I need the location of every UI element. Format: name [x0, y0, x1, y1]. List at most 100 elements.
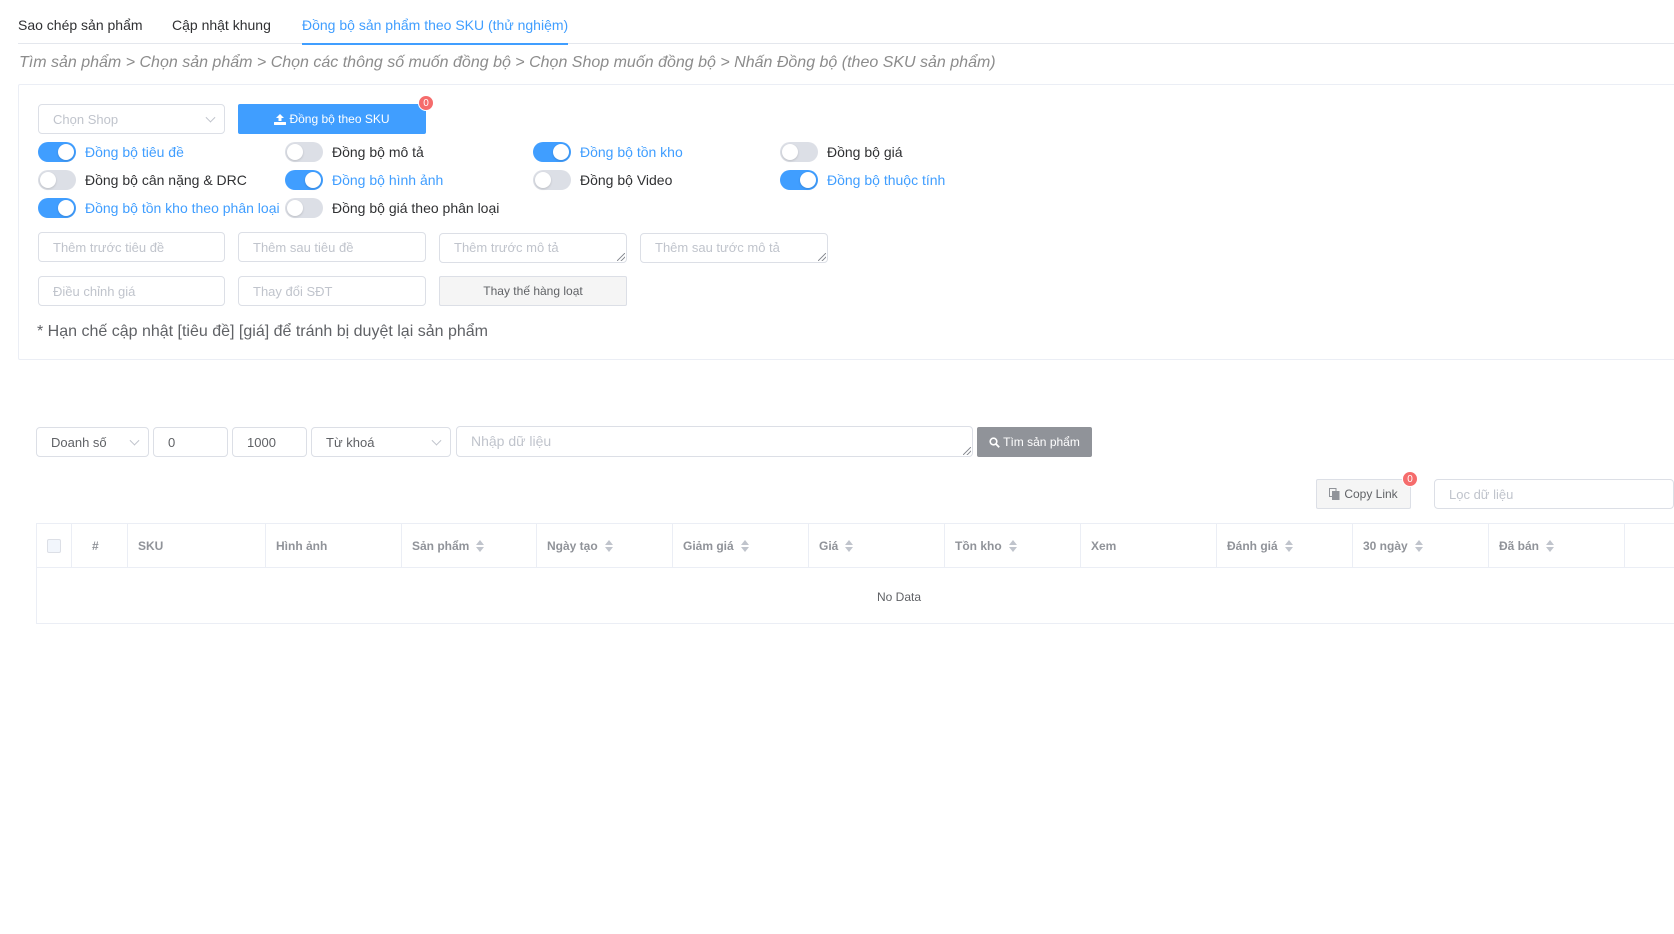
toggle-sync-price[interactable]: Đồng bộ giá	[780, 142, 903, 162]
copy-link-button[interactable]: Copy Link	[1316, 479, 1411, 509]
sort-icon[interactable]	[740, 540, 749, 552]
before-description-wrapper	[439, 233, 627, 263]
toggle-sync-video[interactable]: Đồng bộ Video	[533, 170, 672, 190]
toggle-sync-variant-price[interactable]: Đồng bộ giá theo phân loại	[285, 198, 499, 218]
copy-icon	[1329, 488, 1340, 500]
shop-select[interactable]: Chọn Shop	[38, 104, 225, 134]
before-title-input[interactable]	[38, 232, 225, 262]
column-price[interactable]: Giá	[809, 524, 945, 568]
column-sold[interactable]: Đã bán	[1489, 524, 1625, 568]
products-table: # SKU Hình ảnh Sản phẩm Ngày tạo Giảm gi…	[36, 523, 1674, 624]
toggle-label: Đồng bộ tồn kho theo phân loại	[85, 200, 280, 216]
change-phone-input[interactable]	[238, 276, 426, 306]
table-header: # SKU Hình ảnh Sản phẩm Ngày tạo Giảm gi…	[37, 524, 1674, 568]
toggle-label: Đồng bộ cân nặng & DRC	[85, 172, 247, 188]
switch-sync-weight[interactable]	[38, 170, 76, 190]
filter-data-input[interactable]	[1434, 479, 1674, 509]
switch-sync-description[interactable]	[285, 142, 323, 162]
toggle-sync-variant-stock[interactable]: Đồng bộ tồn kho theo phân loại	[38, 198, 280, 218]
switch-sync-variant-price[interactable]	[285, 198, 323, 218]
toggle-label: Đồng bộ giá theo phân loại	[332, 200, 500, 216]
toggle-sync-attributes[interactable]: Đồng bộ thuộc tính	[780, 170, 945, 190]
column-30-days[interactable]: 30 ngày	[1353, 524, 1489, 568]
column-product[interactable]: Sản phẩm	[402, 524, 537, 568]
select-all-header	[37, 524, 72, 568]
breadcrumb: Tìm sản phẩm > Chọn sản phẩm > Chọn các …	[19, 54, 996, 71]
toggle-sync-stock[interactable]: Đồng bộ tồn kho	[533, 142, 683, 162]
column-stock[interactable]: Tồn kho	[945, 524, 1081, 568]
after-description-textarea[interactable]	[640, 233, 828, 263]
search-icon	[989, 436, 1000, 448]
column-sku: SKU	[128, 524, 266, 568]
switch-sync-title[interactable]	[38, 142, 76, 162]
search-products-label: Tìm sản phẩm	[1003, 435, 1080, 449]
warning-note: * Hạn chế cập nhật [tiêu đề] [giá] để tr…	[37, 323, 488, 340]
toggle-label: Đồng bộ mô tả	[332, 144, 424, 160]
sort-icon[interactable]	[476, 540, 485, 552]
search-type-value: Từ khoá	[326, 434, 375, 450]
toggle-label: Đồng bộ thuộc tính	[827, 172, 946, 188]
sort-icon[interactable]	[1284, 540, 1293, 552]
switch-sync-stock[interactable]	[533, 142, 571, 162]
chevron-down-icon	[205, 112, 216, 123]
after-title-input[interactable]	[238, 232, 426, 262]
sync-count-badge: 0	[418, 95, 434, 111]
toggle-sync-description[interactable]: Đồng bộ mô tả	[285, 142, 424, 162]
sort-icon[interactable]	[1546, 540, 1555, 552]
copy-link-badge: 0	[1402, 471, 1418, 487]
toggle-label: Đồng bộ giá	[827, 144, 903, 160]
switch-sync-video[interactable]	[533, 170, 571, 190]
toggle-sync-weight[interactable]: Đồng bộ cân nặng & DRC	[38, 170, 247, 190]
after-description-wrapper	[640, 233, 828, 263]
toggle-sync-images[interactable]: Đồng bộ hình ảnh	[285, 170, 443, 190]
column-index: #	[82, 524, 128, 568]
chevron-down-icon	[129, 435, 140, 446]
toggle-label: Đồng bộ Video	[580, 172, 673, 188]
max-value-input[interactable]	[232, 427, 307, 457]
copy-link-label: Copy Link	[1344, 487, 1398, 501]
query-textarea[interactable]	[456, 426, 973, 457]
adjust-price-input[interactable]	[38, 276, 225, 306]
sort-icon[interactable]	[1008, 540, 1017, 552]
search-type-select[interactable]: Từ khoá	[311, 427, 451, 457]
search-products-button[interactable]: Tìm sản phẩm	[977, 427, 1092, 457]
toggle-label: Đồng bộ hình ảnh	[332, 172, 444, 188]
column-rating[interactable]: Đánh giá	[1217, 524, 1353, 568]
before-description-textarea[interactable]	[439, 233, 627, 263]
empty-state: No Data	[876, 590, 922, 604]
upload-icon	[274, 113, 287, 125]
toggle-label: Đồng bộ tiêu đề	[85, 144, 184, 160]
bulk-replace-button[interactable]: Thay thế hàng loạt	[439, 276, 627, 306]
switch-sync-variant-stock[interactable]	[38, 198, 76, 218]
toggle-sync-title[interactable]: Đồng bộ tiêu đề	[38, 142, 184, 162]
sort-icon[interactable]	[1414, 540, 1423, 552]
bulk-replace-label: Thay thế hàng loạt	[483, 284, 583, 298]
metric-select-value: Doanh số	[51, 434, 107, 450]
query-wrapper	[456, 426, 973, 457]
switch-sync-price[interactable]	[780, 142, 818, 162]
tab-bar: Sao chép sản phẩm Cập nhật khung Đồng bộ…	[18, 0, 1674, 45]
tab-copy-products[interactable]: Sao chép sản phẩm	[18, 0, 143, 44]
switch-sync-attributes[interactable]	[780, 170, 818, 190]
select-all-checkbox[interactable]	[47, 539, 61, 553]
resize-handle-icon[interactable]	[617, 253, 625, 261]
chevron-down-icon	[431, 435, 442, 446]
sort-icon[interactable]	[604, 540, 613, 552]
column-discount[interactable]: Giảm giá	[673, 524, 809, 568]
sync-settings-panel: Chọn Shop Đồng bộ theo SKU 0 Đồng bộ tiê…	[18, 84, 1674, 360]
column-image: Hình ảnh	[266, 524, 402, 568]
sync-by-sku-label: Đồng bộ theo SKU	[289, 112, 390, 126]
resize-handle-icon[interactable]	[963, 447, 971, 455]
sync-by-sku-button[interactable]: Đồng bộ theo SKU	[238, 104, 426, 134]
tab-sync-by-sku[interactable]: Đồng bộ sản phẩm theo SKU (thử nghiệm)	[302, 0, 569, 45]
toggle-label: Đồng bộ tồn kho	[580, 144, 683, 160]
metric-select[interactable]: Doanh số	[36, 427, 149, 457]
tab-update-frame[interactable]: Cập nhật khung	[172, 0, 271, 44]
column-created-date[interactable]: Ngày tạo	[537, 524, 673, 568]
min-value-input[interactable]	[153, 427, 228, 457]
column-views: Xem	[1081, 524, 1217, 568]
switch-sync-images[interactable]	[285, 170, 323, 190]
resize-handle-icon[interactable]	[818, 253, 826, 261]
shop-select-placeholder: Chọn Shop	[53, 111, 119, 127]
sort-icon[interactable]	[845, 540, 854, 552]
